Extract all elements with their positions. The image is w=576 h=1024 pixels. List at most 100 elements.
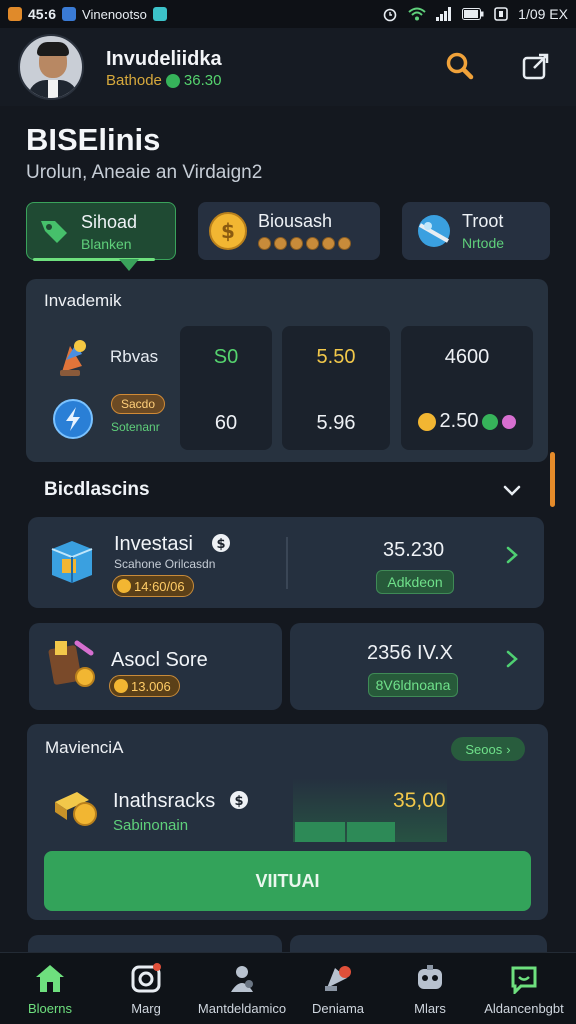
- coin-dots: [258, 237, 351, 250]
- pink-coin-icon: [502, 414, 517, 429]
- card-tag: 13.006: [109, 675, 180, 697]
- card-investasi[interactable]: Investasi $ Scahone Orilcasdn 14:60/06 3…: [28, 517, 544, 608]
- tag-icon: [41, 221, 67, 243]
- chip-sihoad[interactable]: Sihoad Blanken: [26, 202, 176, 271]
- coin-icon: [417, 412, 436, 431]
- chip-title: Biousash: [258, 211, 333, 231]
- dollar-badge-icon: $: [230, 791, 248, 809]
- home-icon: [32, 961, 68, 995]
- screenshot-icon: [494, 7, 508, 21]
- rocket-icon: [60, 340, 86, 376]
- lightning-icon: [53, 399, 93, 439]
- svg-text:$: $: [234, 794, 243, 809]
- card-action-button[interactable]: 8V6ldnoana: [368, 673, 458, 697]
- card-title: Asocl Sore: [111, 649, 208, 671]
- cell-bottom-value: 2.50: [439, 410, 479, 432]
- investment-cell: S0 60: [180, 326, 272, 450]
- notification-icon: [8, 7, 22, 21]
- top-bar: Invudeliidka Bathode 36.30: [0, 28, 576, 106]
- card-sub: Scahone Orilcasdn: [114, 557, 216, 571]
- chip-title: Sihoad: [81, 212, 138, 232]
- nav-item-profile[interactable]: Mantdeldamico: [194, 953, 290, 1024]
- coin-icon: [117, 579, 131, 593]
- coin-icon: [114, 679, 128, 693]
- chevron-right-icon[interactable]: [504, 545, 520, 565]
- chart-bar: [347, 822, 395, 842]
- battery-icon: [462, 8, 484, 20]
- nav-item-mlars[interactable]: Mlars: [382, 953, 478, 1024]
- chip-troot[interactable]: Troot Nrtode: [402, 202, 550, 260]
- card-asset[interactable]: Asocl Sore 13.006: [29, 623, 282, 710]
- dollar-badge-icon: $: [212, 534, 230, 552]
- status-right-text: 1/09 EX: [518, 6, 568, 22]
- bottom-nav: Bloerns Marg Mantdeldamico Deniama Mlars…: [0, 952, 576, 1024]
- dollar-coin-icon: $: [209, 212, 247, 250]
- card-asset-value[interactable]: 2356 IV.X 8V6ldnoana: [290, 623, 544, 710]
- header-balance: 36.30: [183, 72, 222, 89]
- see-all-button[interactable]: Seoos ›: [451, 737, 525, 761]
- card-value: 35.230: [383, 539, 445, 561]
- nav-item-chat[interactable]: Aldancenbgbt: [476, 953, 572, 1024]
- card-title: MavienciA: [45, 738, 124, 757]
- profile-icon: [224, 961, 260, 995]
- chip-title: Troot: [462, 211, 504, 231]
- globe-icon: [418, 215, 450, 247]
- investment-panel: Invademik Rbvas Sacdo Sotenanr S0 60 5.5…: [26, 279, 548, 462]
- cell-top-value: S0: [213, 346, 239, 368]
- card-action-button[interactable]: Adkdeon: [376, 570, 454, 594]
- item-title: Inathsracks: [113, 790, 216, 812]
- chip-sub: Nrtode: [462, 235, 505, 251]
- chip-biousash[interactable]: $ Biousash: [198, 202, 380, 260]
- coin-icon: [165, 73, 180, 88]
- signal-icon: [436, 7, 452, 21]
- investment-cell: 5.50 5.96: [282, 326, 390, 450]
- header-subline: Bathode 36.30: [106, 72, 221, 89]
- robot-icon: [412, 961, 448, 995]
- chip-sub: Blanken: [81, 236, 132, 252]
- package-icon: [51, 541, 93, 583]
- share-icon[interactable]: [518, 48, 554, 84]
- subline-label: Bathode: [106, 72, 162, 89]
- card-title: Investasi: [114, 533, 193, 555]
- gold-coins-icon: [55, 792, 97, 826]
- wallet-icon: [320, 961, 356, 995]
- investment-sub-label: Sotenanr: [111, 420, 160, 434]
- camera-icon: [128, 961, 164, 995]
- virtual-button[interactable]: VIITUAI: [44, 851, 531, 911]
- investment-pill[interactable]: Sacdo: [111, 394, 165, 414]
- chevron-down-icon[interactable]: [500, 478, 524, 502]
- chevron-right-icon: ›: [506, 741, 511, 757]
- section-title: Bicdlascins: [44, 479, 150, 500]
- chart-bar: [295, 822, 345, 842]
- card-tag: 14:60/06: [112, 575, 194, 597]
- investment-row-label: Rbvas: [110, 347, 159, 366]
- wifi-icon: [408, 7, 426, 21]
- cell-top-value: 5.50: [316, 346, 356, 368]
- chevron-right-icon[interactable]: [504, 649, 520, 669]
- green-coin-icon: [482, 413, 499, 430]
- scrollbar[interactable]: [550, 452, 555, 507]
- investment-panel-title: Invademik: [44, 291, 122, 310]
- status-time: 45:6: [28, 6, 57, 22]
- cell-bottom-value: 60: [214, 412, 238, 434]
- svg-text:$: $: [216, 537, 225, 552]
- app-badge-icon: [152, 7, 167, 21]
- svg-text:$: $: [221, 219, 235, 243]
- nav-item-marg[interactable]: Marg: [98, 953, 194, 1024]
- cell-top-value: 4600: [444, 346, 490, 368]
- page-title: BISElinis: [26, 122, 161, 157]
- investment-cell: 4600 2.50: [401, 326, 533, 450]
- alarm-icon: [383, 8, 397, 22]
- nav-item-home[interactable]: Bloerns: [2, 953, 98, 1024]
- page-subtitle: Urolun, Aneaie an Virdaign2: [26, 162, 263, 183]
- search-icon[interactable]: [442, 48, 478, 84]
- status-bar: 45:6 Vinenootso 1/09 EX: [0, 0, 576, 28]
- card-value: 2356 IV.X: [367, 642, 454, 664]
- status-carrier: Vinenootso: [82, 6, 147, 22]
- cell-bottom-value: 5.96: [316, 412, 356, 434]
- item-sub: Sabinonain: [113, 817, 189, 834]
- app-icon: [62, 7, 77, 21]
- chat-icon: [506, 961, 542, 995]
- avatar[interactable]: [18, 34, 84, 100]
- item-value: 35,00: [393, 789, 446, 812]
